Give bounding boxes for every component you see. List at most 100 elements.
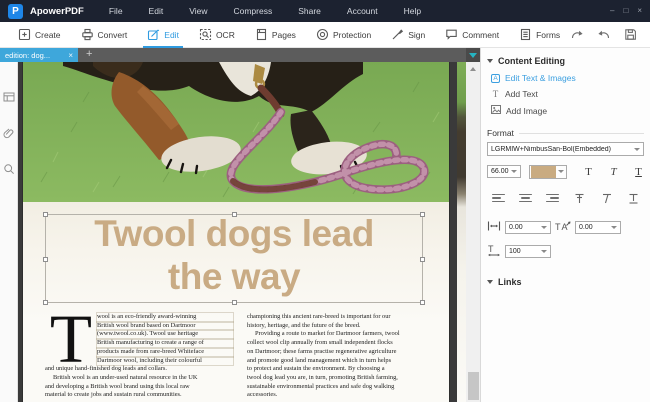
menu-file[interactable]: File xyxy=(96,6,136,16)
font-size-value: 66.00 xyxy=(491,168,509,175)
align-right-icon xyxy=(545,193,559,203)
create-label: Create xyxy=(35,29,61,40)
menu-compress[interactable]: Compress xyxy=(220,6,285,16)
add-text-t-icon: T xyxy=(492,89,499,99)
menu-bar: File Edit View Compress Share Account He… xyxy=(96,6,434,16)
svg-text:T: T xyxy=(488,244,494,254)
body-line: wool is an eco-friendly award-winning xyxy=(96,312,234,323)
links-title: Links xyxy=(498,277,522,287)
dog-photo-illustration xyxy=(23,62,449,202)
pages-button[interactable]: Pages xyxy=(245,22,306,48)
format-title: Format xyxy=(487,128,514,138)
align-middle-button[interactable] xyxy=(597,191,615,205)
create-button[interactable]: Create xyxy=(8,22,71,48)
forms-button[interactable]: Forms xyxy=(509,22,570,48)
protection-button[interactable]: Protection xyxy=(306,22,381,48)
tab-close-icon[interactable]: × xyxy=(68,51,73,60)
body-line: British wool brand based on Dartmoor xyxy=(96,320,234,332)
font-family-select[interactable]: LGRMIW+NimbusSan-Bol(Embedded) xyxy=(487,142,644,156)
vertical-scrollbar[interactable] xyxy=(466,62,480,402)
horizontal-scale-select[interactable]: 100 xyxy=(505,245,551,258)
body-line: on Dartmoor; these farms practise regene… xyxy=(247,347,397,355)
tab-active-document[interactable]: edition: dog... × xyxy=(0,48,78,62)
add-image-item[interactable]: Add Image xyxy=(481,102,650,119)
font-size-select[interactable]: 66.00 xyxy=(487,165,521,178)
align-center-button[interactable] xyxy=(516,191,534,205)
align-top-icon xyxy=(575,193,583,203)
text-style-regular-button[interactable]: T xyxy=(581,164,597,179)
selection-handle[interactable] xyxy=(43,300,48,305)
content-editing-header[interactable]: Content Editing xyxy=(487,56,650,66)
forms-doc-icon xyxy=(519,28,532,41)
align-bottom-button[interactable] xyxy=(624,191,642,205)
chevron-down-icon xyxy=(541,250,547,253)
font-color-select[interactable] xyxy=(528,164,567,179)
chevron-down-icon xyxy=(611,225,617,229)
text-style-italic-button[interactable]: T xyxy=(606,164,622,179)
svg-text:T: T xyxy=(555,222,561,232)
headline-text[interactable]: Twool dogs lead the way xyxy=(45,212,423,298)
menu-help[interactable]: Help xyxy=(391,6,434,16)
right-panel: Content Editing A Edit Text & Images T A… xyxy=(480,48,650,402)
edit-text-images-item[interactable]: A Edit Text & Images xyxy=(481,70,650,86)
selection-handle[interactable] xyxy=(420,300,425,305)
viewport-dropdown-button[interactable] xyxy=(466,48,480,62)
headline-line-2: the way xyxy=(167,256,301,297)
edit-button[interactable]: Edit xyxy=(137,22,189,48)
menu-edit[interactable]: Edit xyxy=(136,6,177,16)
scroll-up-button[interactable] xyxy=(466,62,480,75)
ocr-button[interactable]: OCR xyxy=(189,22,245,48)
body-text-column-left[interactable]: T wool is an eco-friendly award-winning … xyxy=(45,305,234,400)
font-family-value: LGRMIW+NimbusSan-Bol(Embedded) xyxy=(491,145,612,153)
word-spacing-select[interactable]: 0.00 xyxy=(575,220,621,234)
document-viewport: Twool dogs lead the way T wool is an eco… xyxy=(18,62,480,402)
convert-label: Convert xyxy=(97,29,128,40)
main-toolbar: Create Convert Edit OCR Pages Protection… xyxy=(0,22,650,48)
pdf-page-photo[interactable] xyxy=(23,62,449,202)
edit-text-a-icon: A xyxy=(491,73,500,83)
chevron-down-icon xyxy=(634,147,640,151)
save-icon[interactable] xyxy=(624,28,637,41)
minimize-icon[interactable]: – xyxy=(610,7,614,15)
body-line: and developing a British wool brand usin… xyxy=(45,382,190,390)
links-header[interactable]: Links xyxy=(487,277,650,287)
create-plus-icon xyxy=(18,28,31,41)
chevron-down-icon xyxy=(469,52,477,58)
divider xyxy=(518,132,644,134)
align-left-button[interactable] xyxy=(489,191,507,205)
menu-view[interactable]: View xyxy=(176,6,220,16)
scrollbar-thumb[interactable] xyxy=(467,372,479,400)
body-text-column-right[interactable]: championing this ancient rare-breed is i… xyxy=(247,313,433,400)
sign-button[interactable]: Sign xyxy=(381,22,435,48)
add-text-item[interactable]: T Add Text xyxy=(481,86,650,102)
protection-label: Protection xyxy=(332,29,372,40)
convert-button[interactable]: Convert xyxy=(71,22,138,48)
headline-line-1: Twool dogs lead xyxy=(94,213,374,254)
search-icon[interactable] xyxy=(3,162,15,180)
thumbnails-panel-icon[interactable] xyxy=(3,90,15,108)
pages-label: Pages xyxy=(271,29,296,40)
char-spacing-select[interactable]: 0.00 xyxy=(505,220,551,234)
comment-button[interactable]: Comment xyxy=(435,22,509,48)
new-tab-button[interactable]: + xyxy=(78,48,100,62)
body-line: British manufacturing to create a range … xyxy=(96,338,234,349)
selection-handle[interactable] xyxy=(232,300,237,305)
menu-account[interactable]: Account xyxy=(334,6,391,16)
align-right-button[interactable] xyxy=(543,191,561,205)
pdf-page[interactable]: Twool dogs lead the way T wool is an eco… xyxy=(23,62,449,402)
body-line: accessories. xyxy=(247,391,278,399)
align-top-button[interactable] xyxy=(570,191,588,205)
char-spacing-value: 0.00 xyxy=(509,223,523,231)
text-style-underline-button[interactable]: T xyxy=(631,164,647,179)
convert-icon xyxy=(81,28,94,41)
undo-icon[interactable] xyxy=(597,28,611,41)
attachment-paperclip-icon[interactable] xyxy=(3,126,15,144)
redo-icon[interactable] xyxy=(570,28,584,41)
ocr-icon xyxy=(199,28,212,41)
format-header: Format xyxy=(487,128,644,138)
menu-share[interactable]: Share xyxy=(285,6,334,16)
body-line: and promote good land management which i… xyxy=(247,356,392,364)
close-icon[interactable]: × xyxy=(637,7,642,15)
body-line: (www.twool.co.uk). Twool use heritage xyxy=(96,329,234,341)
maximize-icon[interactable]: □ xyxy=(623,7,628,15)
